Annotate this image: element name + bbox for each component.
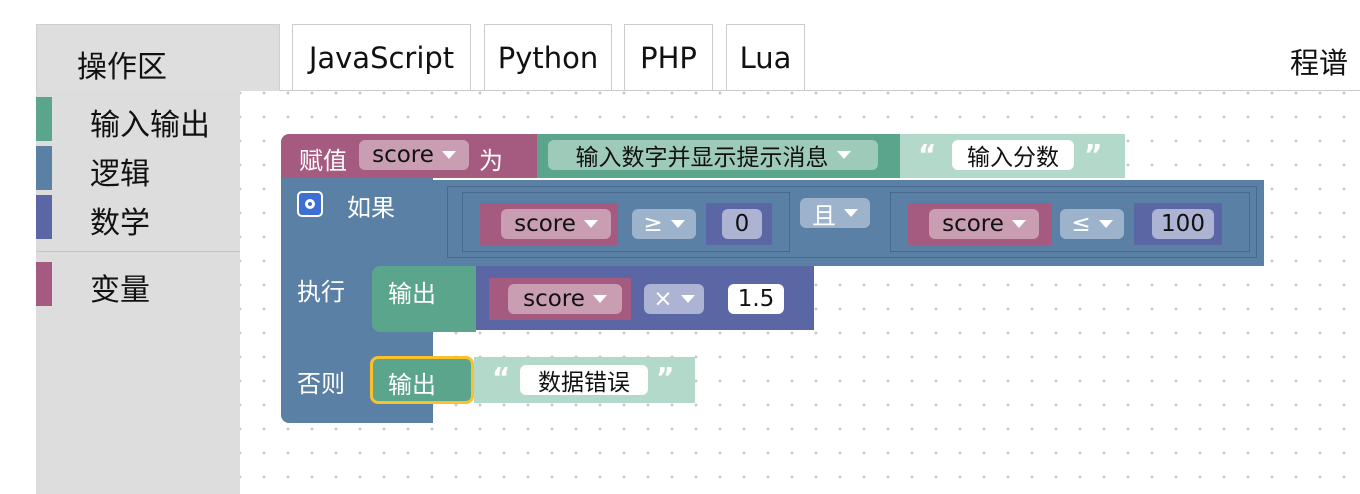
variable-name: score: [523, 286, 585, 312]
compare-operator-dropdown[interactable]: ≤: [1060, 209, 1124, 239]
input-type-label: 输入数字并显示提示消息: [575, 145, 829, 171]
category-variables[interactable]: 变量: [36, 259, 240, 308]
category-label: 逻辑: [90, 157, 150, 192]
variable-name: score: [942, 211, 1004, 237]
category-io[interactable]: 输入输出: [36, 94, 240, 143]
set-to-keyword: 为: [479, 147, 503, 175]
arithmetic-operator-dropdown[interactable]: ×: [644, 284, 704, 314]
chevron-down-icon: [592, 295, 607, 303]
open-quote-icon: “: [918, 138, 937, 171]
tab-python[interactable]: Python: [484, 24, 612, 91]
arithmetic-operator: ×: [653, 286, 673, 312]
logic-operator-dropdown[interactable]: 且: [800, 198, 870, 230]
number-field[interactable]: 100: [1152, 209, 1214, 239]
text-field[interactable]: 数据错误: [520, 365, 648, 396]
variable-dropdown[interactable]: score: [501, 209, 611, 239]
chevron-down-icon: [1011, 220, 1026, 228]
prompt-text-field[interactable]: 输入分数: [952, 140, 1074, 171]
chevron-down-icon: [583, 220, 598, 228]
chevron-down-icon: [844, 209, 858, 217]
compare-operator: ≤: [1071, 211, 1091, 237]
close-quote-icon: ”: [1084, 138, 1103, 171]
gear-icon[interactable]: [297, 191, 323, 217]
category-color-bar: [36, 262, 52, 306]
chevron-down-icon: [836, 151, 851, 159]
top-bar: 操作区 JavaScript Python PHP Lua 程谱: [0, 0, 1360, 91]
chevron-down-icon: [441, 151, 456, 159]
text-block[interactable]: “ 数据错误 ”: [474, 357, 695, 403]
category-math[interactable]: 数学: [36, 192, 240, 241]
do-keyword: 执行: [297, 278, 345, 306]
toolbox: 输入输出 逻辑 数学 变量: [36, 91, 240, 494]
chevron-down-icon: [670, 220, 685, 228]
close-quote-icon: ”: [656, 361, 675, 394]
variable-name: score: [514, 211, 576, 237]
compare-operator-dropdown[interactable]: ≥: [632, 209, 696, 239]
set-keyword: 赋值: [299, 147, 347, 175]
variable-name: score: [372, 142, 434, 168]
open-quote-icon: “: [492, 361, 511, 394]
if-keyword: 如果: [347, 194, 395, 222]
print-block-then[interactable]: 输出: [372, 266, 476, 332]
logic-operator: 且: [812, 201, 836, 230]
category-color-bar: [36, 146, 52, 190]
category-label: 变量: [90, 273, 150, 308]
category-label: 输入输出: [90, 108, 210, 143]
variable-dropdown[interactable]: score: [508, 284, 622, 314]
print-block-else[interactable]: 输出: [370, 356, 474, 404]
else-keyword: 否则: [297, 370, 345, 398]
toolbox-title: 操作区: [36, 24, 280, 91]
chevron-down-icon: [1098, 220, 1113, 228]
app-label: 程谱: [1289, 46, 1348, 80]
tab-javascript[interactable]: JavaScript: [292, 24, 471, 91]
number-field[interactable]: 0: [722, 209, 762, 239]
toolbox-separator: [36, 251, 240, 252]
print-label: 输出: [388, 280, 436, 308]
chevron-down-icon: [680, 295, 695, 303]
print-label: 输出: [388, 371, 436, 399]
category-label: 数学: [90, 206, 150, 241]
category-color-bar: [36, 97, 52, 141]
variable-dropdown[interactable]: score: [359, 140, 469, 170]
text-prompt-block[interactable]: “ 输入分数 ”: [900, 134, 1125, 178]
tab-lua[interactable]: Lua: [726, 24, 805, 91]
category-color-bar: [36, 195, 52, 239]
input-type-dropdown[interactable]: 输入数字并显示提示消息: [548, 140, 878, 171]
tab-php[interactable]: PHP: [624, 24, 713, 91]
number-field[interactable]: 1.5: [728, 284, 784, 314]
variable-dropdown[interactable]: score: [929, 209, 1039, 239]
category-logic[interactable]: 逻辑: [36, 143, 240, 192]
compare-operator: ≥: [643, 211, 663, 237]
